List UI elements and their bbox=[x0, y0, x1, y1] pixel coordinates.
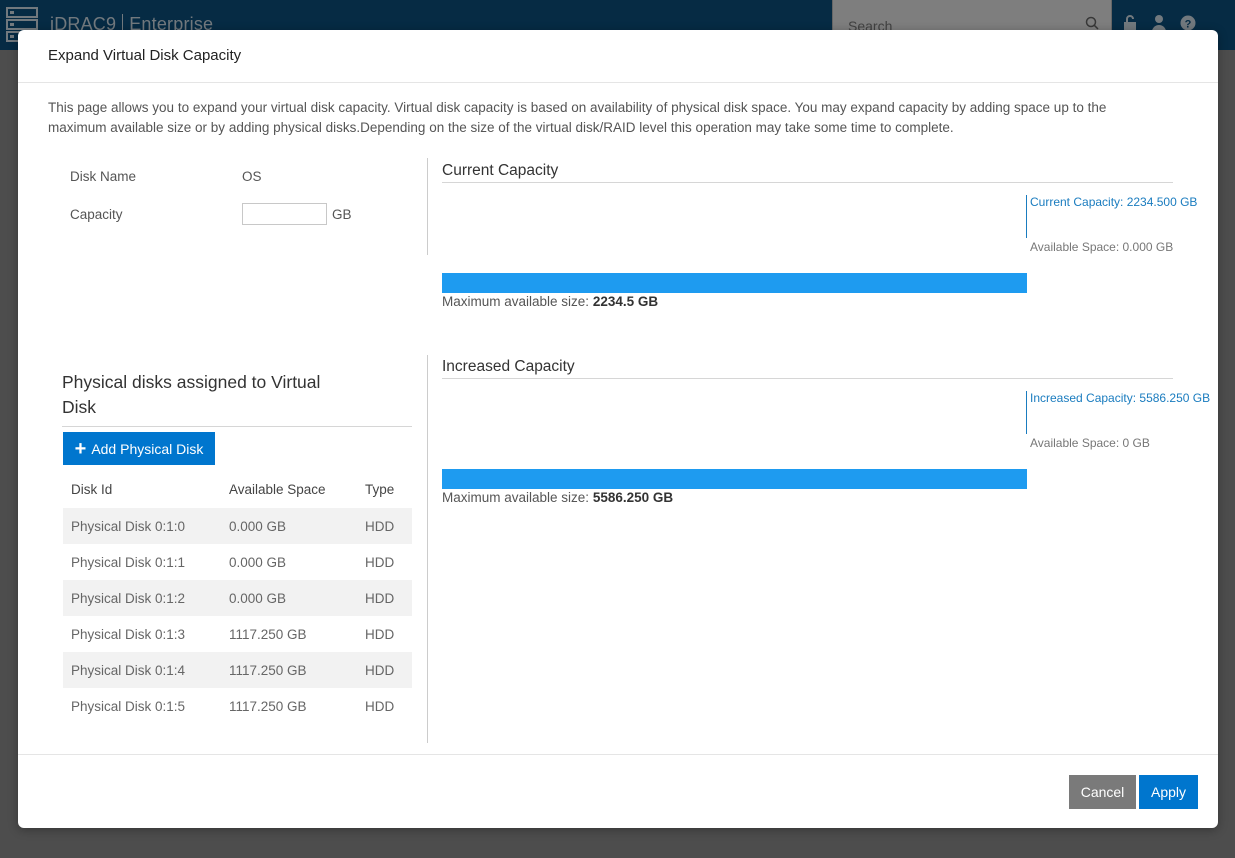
divider bbox=[427, 158, 428, 255]
section-rule bbox=[62, 426, 412, 427]
current-max-size: Maximum available size: 2234.5 GB bbox=[442, 294, 658, 309]
table-row: Physical Disk 0:1:4 1117.250 GB HDD bbox=[63, 652, 412, 688]
expand-capacity-dialog: Expand Virtual Disk Capacity This page a… bbox=[18, 30, 1218, 828]
disk-id-cell: Physical Disk 0:1:3 bbox=[71, 626, 186, 642]
table-row: Physical Disk 0:1:0 0.000 GB HDD bbox=[63, 508, 412, 544]
increased-available-legend: Available Space: 0 GB bbox=[1030, 436, 1150, 450]
add-physical-disk-button[interactable]: + Add Physical Disk bbox=[63, 432, 215, 465]
capacity-marker bbox=[1026, 391, 1027, 434]
type-cell: HDD bbox=[365, 554, 395, 570]
max-size-label: Maximum available size: bbox=[442, 490, 590, 505]
disk-name-label: Disk Name bbox=[70, 169, 137, 184]
disk-id-cell: Physical Disk 0:1:2 bbox=[63, 580, 221, 616]
physical-disks-table: Disk Id Available Space Type Physical Di… bbox=[63, 470, 412, 724]
available-space-cell: 0.000 GB bbox=[221, 508, 357, 544]
table-row: Physical Disk 0:1:3 1117.250 GB HDD bbox=[63, 616, 412, 652]
dialog-footer-divider bbox=[18, 754, 1218, 755]
available-space-cell: 1117.250 GB bbox=[221, 652, 357, 688]
available-space-cell: 1117.250 GB bbox=[229, 626, 307, 642]
dialog-description: This page allows you to expand your virt… bbox=[48, 100, 1107, 135]
increased-capacity-bar bbox=[442, 469, 1027, 489]
capacity-unit: GB bbox=[332, 207, 352, 222]
divider bbox=[427, 355, 428, 743]
max-size-value: 5586.250 GB bbox=[592, 490, 674, 505]
type-cell: HDD bbox=[357, 652, 412, 688]
cancel-button[interactable]: Cancel bbox=[1069, 775, 1136, 809]
table-row: Physical Disk 0:1:1 0.000 GB HDD bbox=[63, 544, 412, 580]
table-header-row: Disk Id Available Space Type bbox=[63, 470, 412, 508]
disk-id-cell: Physical Disk 0:1:5 bbox=[71, 698, 186, 714]
column-header-available-space: Available Space bbox=[229, 481, 326, 497]
disk-id-cell: Physical Disk 0:1:4 bbox=[63, 652, 221, 688]
dialog-header: Expand Virtual Disk Capacity bbox=[18, 30, 1218, 83]
increased-capacity-legend: Increased Capacity: 5586.250 GB bbox=[1030, 391, 1211, 405]
increased-max-size: Maximum available size: 5586.250 GB bbox=[442, 490, 673, 505]
current-available-legend: Available Space: 0.000 GB bbox=[1030, 240, 1174, 254]
current-capacity-title: Current Capacity bbox=[442, 162, 559, 179]
section-rule bbox=[442, 378, 1173, 379]
disk-name-value: OS bbox=[242, 169, 262, 184]
physical-disks-title: Physical disks assigned to Virtual Disk bbox=[62, 372, 321, 417]
column-header-type: Type bbox=[365, 481, 395, 497]
available-space-cell: 0.000 GB bbox=[229, 554, 287, 570]
apply-button[interactable]: Apply bbox=[1139, 775, 1198, 809]
disk-id-cell: Physical Disk 0:1:1 bbox=[71, 554, 186, 570]
add-physical-disk-label: Add Physical Disk bbox=[91, 440, 204, 457]
available-space-cell: 0.000 GB bbox=[221, 580, 357, 616]
current-capacity-legend: Current Capacity: 2234.500 GB bbox=[1030, 195, 1198, 209]
disk-id-cell: Physical Disk 0:1:0 bbox=[63, 508, 221, 544]
table-row: Physical Disk 0:1:5 1117.250 GB HDD bbox=[63, 688, 412, 724]
available-space-cell: 1117.250 GB bbox=[229, 698, 307, 714]
type-cell: HDD bbox=[357, 580, 412, 616]
max-size-label: Maximum available size: bbox=[442, 294, 590, 309]
capacity-input[interactable] bbox=[242, 203, 327, 225]
type-cell: HDD bbox=[365, 698, 395, 714]
capacity-label: Capacity bbox=[70, 207, 123, 222]
current-capacity-bar bbox=[442, 273, 1027, 293]
capacity-marker bbox=[1026, 195, 1027, 238]
column-header-disk-id: Disk Id bbox=[71, 481, 113, 497]
increased-capacity-title: Increased Capacity bbox=[442, 358, 575, 375]
plus-icon: + bbox=[74, 437, 87, 460]
increased-capacity-bar-fill bbox=[442, 469, 1027, 489]
max-size-value: 2234.5 GB bbox=[592, 294, 659, 309]
section-rule bbox=[442, 182, 1173, 183]
dialog-title: Expand Virtual Disk Capacity bbox=[48, 47, 242, 64]
type-cell: HDD bbox=[357, 508, 412, 544]
type-cell: HDD bbox=[365, 626, 395, 642]
table-row: Physical Disk 0:1:2 0.000 GB HDD bbox=[63, 580, 412, 616]
current-capacity-bar-fill bbox=[442, 273, 1027, 293]
